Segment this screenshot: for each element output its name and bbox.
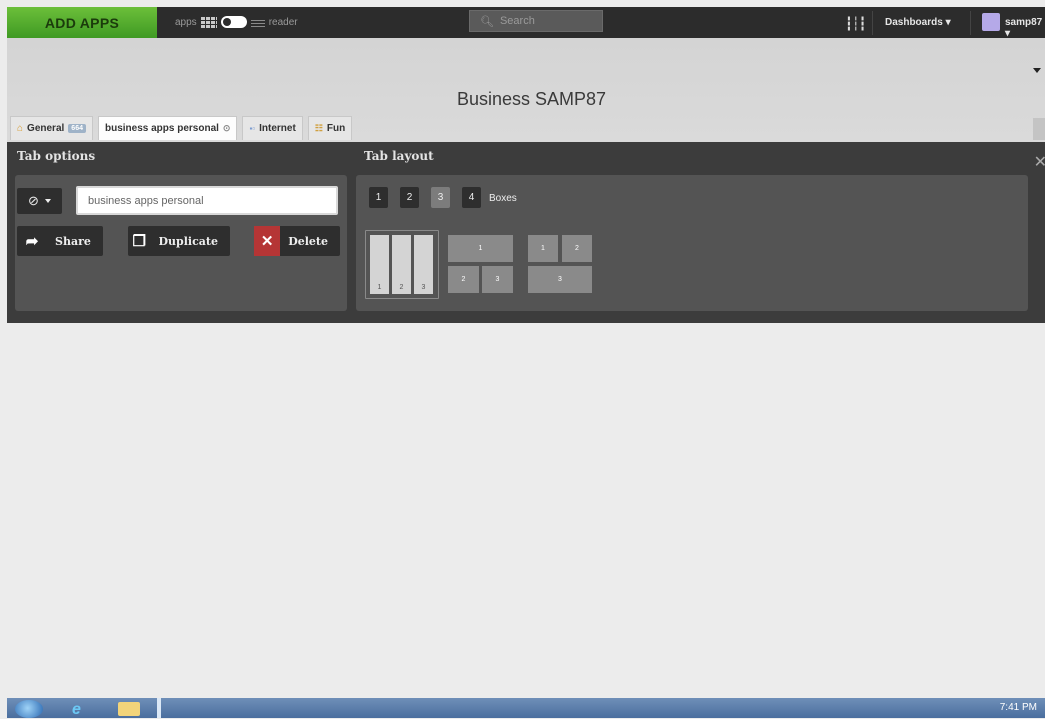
count-badge: 664 [68, 124, 86, 133]
box-count-4[interactable]: 4 [462, 187, 481, 208]
divider [970, 11, 971, 35]
box-count-1[interactable]: 1 [369, 187, 388, 208]
layout-cell: 1 [370, 235, 389, 294]
divider [872, 11, 873, 35]
layout-cell: 2 [448, 266, 479, 293]
boxes-label: Boxes [489, 193, 517, 204]
tab-layout-title: Tab layout [364, 149, 434, 163]
layout-option-two-over-one[interactable]: 1 2 3 [528, 235, 592, 295]
tab-business-apps-personal[interactable]: business apps personal ⊙ [97, 116, 238, 140]
layout-cell: 2 [562, 235, 592, 262]
layout-cell: 3 [414, 235, 433, 294]
layout-cell: 3 [482, 266, 513, 293]
tab-label: business apps personal [104, 123, 219, 134]
tab-bar: ⌂ General 664 business apps personal ⊙ ▪… [10, 116, 353, 140]
search-icon: 🔍︎ [480, 15, 494, 28]
share-icon: ➦ [25, 232, 39, 250]
dashboards-label: Dashboards [885, 17, 943, 28]
no-icon-icon: ⊘ [28, 193, 39, 208]
internet-icon: ▪▫ [249, 124, 256, 133]
box-count-2[interactable]: 2 [400, 187, 419, 208]
layout-option-three-columns[interactable]: 1 2 3 [365, 230, 439, 299]
top-bar: ADD APPS apps reader 🔍︎ Search ┇┆┇ Dashb… [7, 7, 1045, 39]
share-button[interactable]: ➦ Share [17, 226, 103, 256]
share-label: Share [55, 234, 91, 248]
layout-option-one-over-two[interactable]: 1 2 3 [448, 235, 514, 295]
active-window-indicator [157, 698, 161, 718]
grid-icon [200, 16, 217, 28]
tab-options-title: Tab options [17, 149, 96, 163]
clock: 7:41 PM [999, 702, 1037, 713]
delete-label: Delete [288, 234, 328, 248]
layout-cell: 2 [392, 235, 411, 294]
reader-label: reader [268, 16, 298, 28]
close-icon[interactable]: ✕ [1034, 152, 1045, 172]
duplicate-label: Duplicate [158, 234, 219, 248]
layout-cell: 1 [448, 235, 513, 262]
tab-fun[interactable]: ☷ Fun [307, 116, 353, 140]
tab-label: General [27, 123, 65, 134]
add-apps-button[interactable]: ADD APPS [7, 7, 157, 38]
customize-icon[interactable]: ┇┆┇ [845, 16, 867, 32]
duplicate-button[interactable]: ❐ Duplicate [128, 226, 230, 256]
layout-cell: 1 [528, 235, 558, 262]
fun-icon: ☷ [314, 123, 323, 133]
tab-scroll-button[interactable] [1033, 118, 1045, 140]
home-icon: ⌂ [17, 123, 24, 134]
duplicate-icon: ❐ [132, 232, 146, 250]
search-placeholder: Search [499, 15, 535, 27]
box-count-3[interactable]: 3 [431, 187, 450, 208]
apps-label: apps [175, 16, 197, 28]
tab-general[interactable]: ⌂ General 664 [10, 116, 93, 140]
view-toggle[interactable]: apps reader [175, 16, 298, 28]
view-switch[interactable] [220, 16, 247, 28]
search-box[interactable]: 🔍︎ Search [469, 10, 603, 32]
username-label: samp87 [1005, 17, 1043, 28]
browser-icon[interactable]: e [72, 701, 90, 718]
tab-label: Internet [259, 123, 296, 134]
tab-icon-dropdown[interactable]: ⊘ [17, 188, 62, 214]
chevron-down-icon[interactable] [1033, 68, 1041, 73]
tab-label: Fun [326, 123, 346, 134]
layout-cell: 3 [528, 266, 592, 293]
user-menu[interactable]: samp87 ▾ [1005, 17, 1045, 39]
taskbar: e 7:41 PM [7, 698, 1045, 718]
tab-internet[interactable]: ▪▫ Internet [242, 116, 303, 140]
list-icon [250, 17, 265, 27]
chevron-down-icon [44, 199, 51, 203]
delete-button[interactable]: ✕ Delete [254, 226, 340, 256]
delete-icon: ✕ [254, 226, 281, 256]
start-button[interactable] [15, 700, 43, 718]
folder-icon[interactable] [118, 702, 140, 716]
page-title: Business SAMP87 [457, 89, 607, 109]
dashboards-menu[interactable]: Dashboards ▾ [885, 17, 951, 28]
avatar[interactable] [982, 13, 1000, 31]
settings-circle-icon[interactable]: ⊙ [223, 123, 231, 134]
tab-name-input[interactable] [76, 186, 338, 215]
